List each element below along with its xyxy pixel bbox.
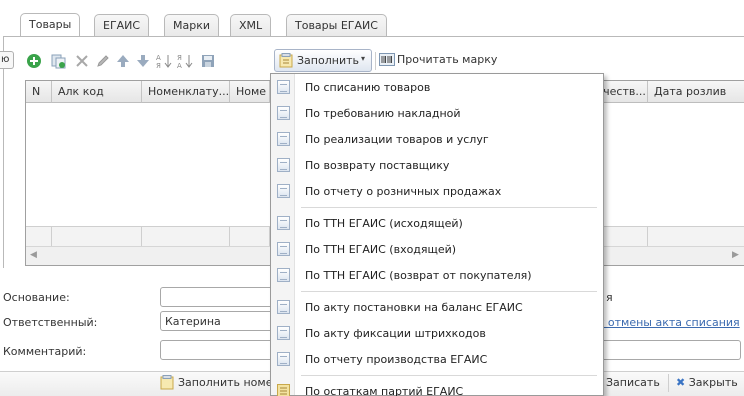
menu-item-retail-report[interactable]: По отчету о розничных продажах (271, 179, 603, 205)
fill-dropdown-menu: По списанию товаров По требованию наклад… (270, 73, 604, 396)
menu-item-label: По остаткам партий ЕГАИС (305, 385, 464, 396)
menu-item-ttn-outgoing[interactable]: По ТТН ЕГАИС (исходящей) (271, 211, 603, 237)
svg-text:Я: Я (156, 62, 161, 69)
menu-item-label: По списанию товаров (305, 81, 431, 94)
menu-item-label: По отчету о розничных продажах (305, 185, 502, 198)
save-table-icon[interactable] (200, 53, 216, 69)
column-header-n[interactable]: N (26, 81, 52, 103)
menu-item-production-report[interactable]: По отчету производства ЕГАИС (271, 347, 603, 373)
menu-item-write-off[interactable]: По списанию товаров (271, 75, 603, 101)
fill-icon (279, 53, 294, 68)
table-footer-cell (52, 226, 142, 246)
responsible-field[interactable]: Катерина (160, 311, 280, 331)
bottom-separator (668, 374, 669, 392)
comment-field[interactable] (160, 340, 280, 360)
menu-item-label: По акту фиксации штрихкодов (305, 327, 486, 340)
menu-item-label: По возврату поставщику (305, 159, 450, 172)
menu-separator (301, 291, 597, 292)
menu-item-label: По ТТН ЕГАИС (возврат от покупателя) (305, 269, 532, 282)
cut-off-button[interactable]: ю (0, 51, 14, 69)
close-button[interactable]: ✖ Закрыть (676, 376, 738, 389)
tab-xml[interactable]: XML (230, 14, 272, 36)
menu-item-label: По отчету производства ЕГАИС (305, 353, 488, 366)
tab-marks[interactable]: Марки (164, 14, 220, 36)
table-footer-cell (26, 226, 52, 246)
barcode-icon (379, 52, 395, 68)
close-icon: ✖ (676, 376, 686, 389)
document-icon (277, 184, 290, 198)
document-icon (277, 242, 290, 256)
save-label: Записать (606, 376, 660, 389)
table-footer-cell (648, 226, 744, 246)
document-icon (277, 80, 290, 94)
basis-label: Основание: (3, 291, 70, 304)
svg-text:A: A (177, 62, 182, 69)
chevron-down-icon: ▾ (361, 54, 366, 63)
menu-item-barcode-fix-act[interactable]: По акту фиксации штрихкодов (271, 321, 603, 347)
document-icon (277, 326, 290, 340)
move-up-icon[interactable] (115, 53, 131, 69)
menu-item-label: По ТТН ЕГАИС (входящей) (305, 243, 457, 256)
menu-item-batch-remains[interactable]: По остаткам партий ЕГАИС (271, 379, 603, 396)
fill-dropdown-button[interactable]: Заполнить ▾ (274, 49, 372, 72)
batch-remains-icon (277, 384, 290, 396)
document-icon (277, 268, 290, 282)
menu-separator (301, 207, 597, 208)
fill-label: Заполнить (297, 54, 359, 67)
tab-egais[interactable]: ЕГАИС (94, 14, 150, 36)
svg-text:A: A (156, 54, 161, 62)
document-icon (277, 300, 290, 314)
fill-nomenclature-label: Заполнить номе (178, 376, 273, 389)
scroll-left-icon[interactable]: ◀ (30, 250, 37, 260)
tab-goods-egais[interactable]: Товары ЕГАИС (286, 14, 387, 36)
read-mark-button[interactable]: Прочитать марку (376, 49, 506, 72)
document-icon (277, 106, 290, 120)
save-button[interactable]: Записать (606, 376, 660, 389)
column-header-bottling-date[interactable]: Дата розлив (648, 81, 744, 103)
add-icon[interactable] (26, 53, 42, 69)
column-header-nomenclature[interactable]: Номенклату... (142, 81, 230, 103)
basis-field[interactable] (160, 287, 280, 307)
menu-item-ttn-customer-return[interactable]: По ТТН ЕГАИС (возврат от покупателя) (271, 263, 603, 289)
menu-item-supplier-return[interactable]: По возврату поставщику (271, 153, 603, 179)
menu-item-sales[interactable]: По реализации товаров и услуг (271, 127, 603, 153)
fill-icon (160, 375, 175, 390)
menu-item-label: По ТТН ЕГАИС (исходящей) (305, 217, 463, 230)
svg-text:Я: Я (177, 54, 182, 62)
responsible-label: Ответственный: (3, 316, 98, 329)
tab-goods[interactable]: Товары (20, 13, 81, 37)
document-icon (277, 158, 290, 172)
menu-item-label: По реализации товаров и услуг (305, 133, 489, 146)
column-header-alc-code[interactable]: Алк код (52, 81, 142, 103)
move-down-icon[interactable] (135, 53, 151, 69)
comment-label: Комментарий: (3, 345, 87, 358)
close-label: Закрыть (688, 376, 738, 389)
table-footer-cell (142, 226, 230, 246)
table-footer-cell (230, 226, 270, 246)
cancel-act-link[interactable]: т отмены акта списания (598, 316, 740, 329)
menu-item-ttn-incoming[interactable]: По ТТН ЕГАИС (входящей) (271, 237, 603, 263)
menu-separator (301, 375, 597, 376)
delete-icon[interactable] (74, 53, 90, 69)
comment-field-end[interactable] (600, 340, 741, 360)
menu-item-invoice-request[interactable]: По требованию накладной (271, 101, 603, 127)
read-mark-label: Прочитать марку (397, 53, 498, 66)
right-cut-text: я (606, 291, 613, 304)
copy-icon[interactable] (50, 53, 66, 69)
tab-divider (3, 36, 744, 37)
menu-item-label: По акту постановки на баланс ЕГАИС (305, 301, 523, 314)
edit-pencil-icon[interactable] (95, 53, 111, 69)
document-icon (277, 216, 290, 230)
sort-descending-icon[interactable]: ЯA (177, 53, 193, 70)
sort-ascending-icon[interactable]: AЯ (156, 53, 172, 70)
document-icon (277, 352, 290, 366)
scroll-right-icon[interactable]: ▶ (732, 250, 739, 260)
column-header-nomenclature-2[interactable]: Номе (230, 81, 270, 103)
menu-item-label: По требованию накладной (305, 107, 461, 120)
menu-item-balance-act[interactable]: По акту постановки на баланс ЕГАИС (271, 295, 603, 321)
document-icon (277, 132, 290, 146)
cut-off-label: ю (1, 54, 10, 65)
